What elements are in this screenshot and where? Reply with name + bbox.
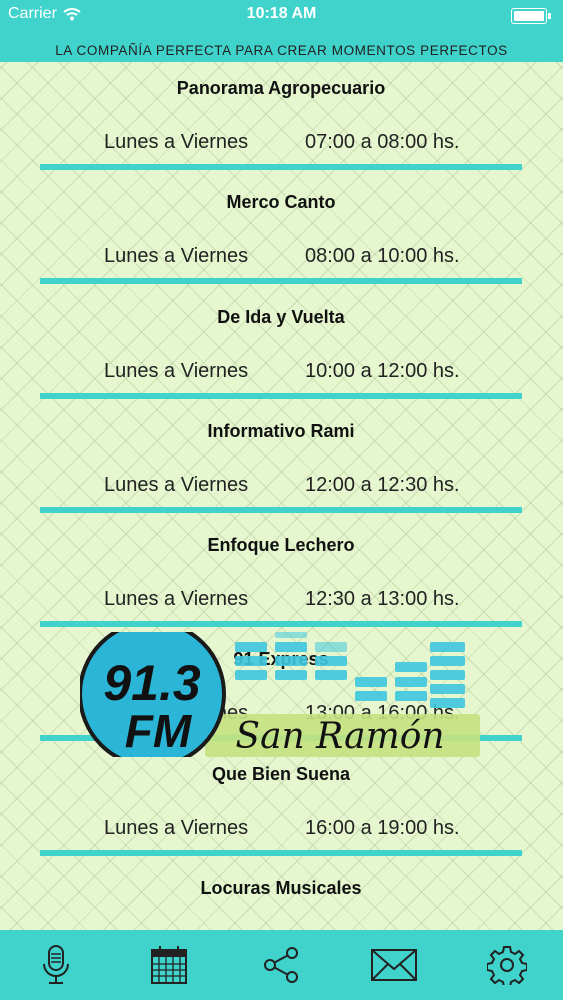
tab-contact[interactable] — [366, 937, 422, 993]
station-logo: 91.3 FM San Ramón — [78, 620, 480, 768]
program-title: Que Bien Suena — [211, 763, 351, 784]
status-bar: Carrier 10:18 AM — [0, 0, 563, 30]
program-time: 10:00 a 12:00 hs. — [305, 359, 460, 382]
tab-share[interactable] — [253, 937, 309, 993]
program-days: Lunes a Viernes — [104, 473, 249, 496]
program-title: Informativo Rami — [207, 420, 355, 441]
program-days: Lunes a Viernes — [104, 359, 249, 382]
program-title: Locuras Musicales — [200, 878, 362, 899]
program-divider — [40, 506, 522, 513]
program-days: Lunes a Viernes — [104, 816, 249, 839]
program-divider — [40, 164, 522, 170]
tab-radio[interactable] — [28, 937, 84, 993]
program-item[interactable]: Panorama Agropecuario Lunes a Viernes 07… — [40, 62, 522, 176]
program-days: Lunes a Viernes — [104, 131, 249, 153]
program-days: Lunes a Viernes — [104, 588, 249, 611]
program-divider — [40, 278, 522, 285]
program-divider — [40, 849, 522, 856]
program-time: 12:00 a 12:30 hs. — [305, 473, 460, 496]
app-header: Carrier 10:18 AM LA COMPAÑÍA PERFECTA PA… — [0, 0, 563, 62]
program-item[interactable]: Merco Canto Lunes a Viernes 08:00 a 10:0… — [40, 176, 522, 290]
gear-icon — [486, 946, 527, 985]
calendar-icon — [150, 946, 187, 984]
program-item[interactable]: Enfoque Lechero Lunes a Viernes 12:30 a … — [40, 519, 522, 633]
header-tagline: LA COMPAÑÍA PERFECTA PARA CREAR MOMENTOS… — [55, 43, 508, 58]
logo-band: FM — [125, 705, 193, 757]
program-schedule: Panorama Agropecuario Lunes a Viernes 07… — [40, 62, 522, 976]
program-item[interactable]: De Ida y Vuelta Lunes a Viernes 10:00 a … — [40, 291, 522, 405]
tab-bar — [0, 930, 563, 1000]
status-time: 10:18 AM — [246, 5, 317, 22]
program-time: 07:00 a 08:00 hs. — [305, 131, 460, 153]
program-title: Merco Canto — [226, 192, 336, 213]
program-title: Enfoque Lechero — [207, 535, 355, 556]
share-icon — [264, 947, 299, 983]
logo-frequency: 91.3 — [103, 655, 201, 711]
tab-schedule[interactable] — [141, 937, 197, 993]
program-title: De Ida y Vuelta — [217, 306, 345, 327]
tab-settings[interactable] — [479, 937, 535, 993]
program-item[interactable]: Informativo Rami Lunes a Viernes 12:00 a… — [40, 405, 522, 519]
battery-icon — [511, 8, 551, 24]
program-time: 12:30 a 13:00 hs. — [305, 588, 460, 611]
program-days: Lunes a Viernes — [104, 245, 249, 268]
program-divider — [40, 621, 522, 628]
program-item[interactable]: Que Bien Suena Lunes a Viernes 16:00 a 1… — [40, 748, 522, 862]
mail-icon — [371, 949, 418, 981]
microphone-icon — [43, 945, 70, 984]
program-time: 08:00 a 10:00 hs. — [305, 245, 460, 268]
program-divider — [40, 392, 522, 399]
program-title: Panorama Agropecuario — [176, 78, 386, 98]
program-time: 16:00 a 19:00 hs. — [305, 816, 460, 839]
logo-name: San Ramón — [235, 716, 444, 757]
